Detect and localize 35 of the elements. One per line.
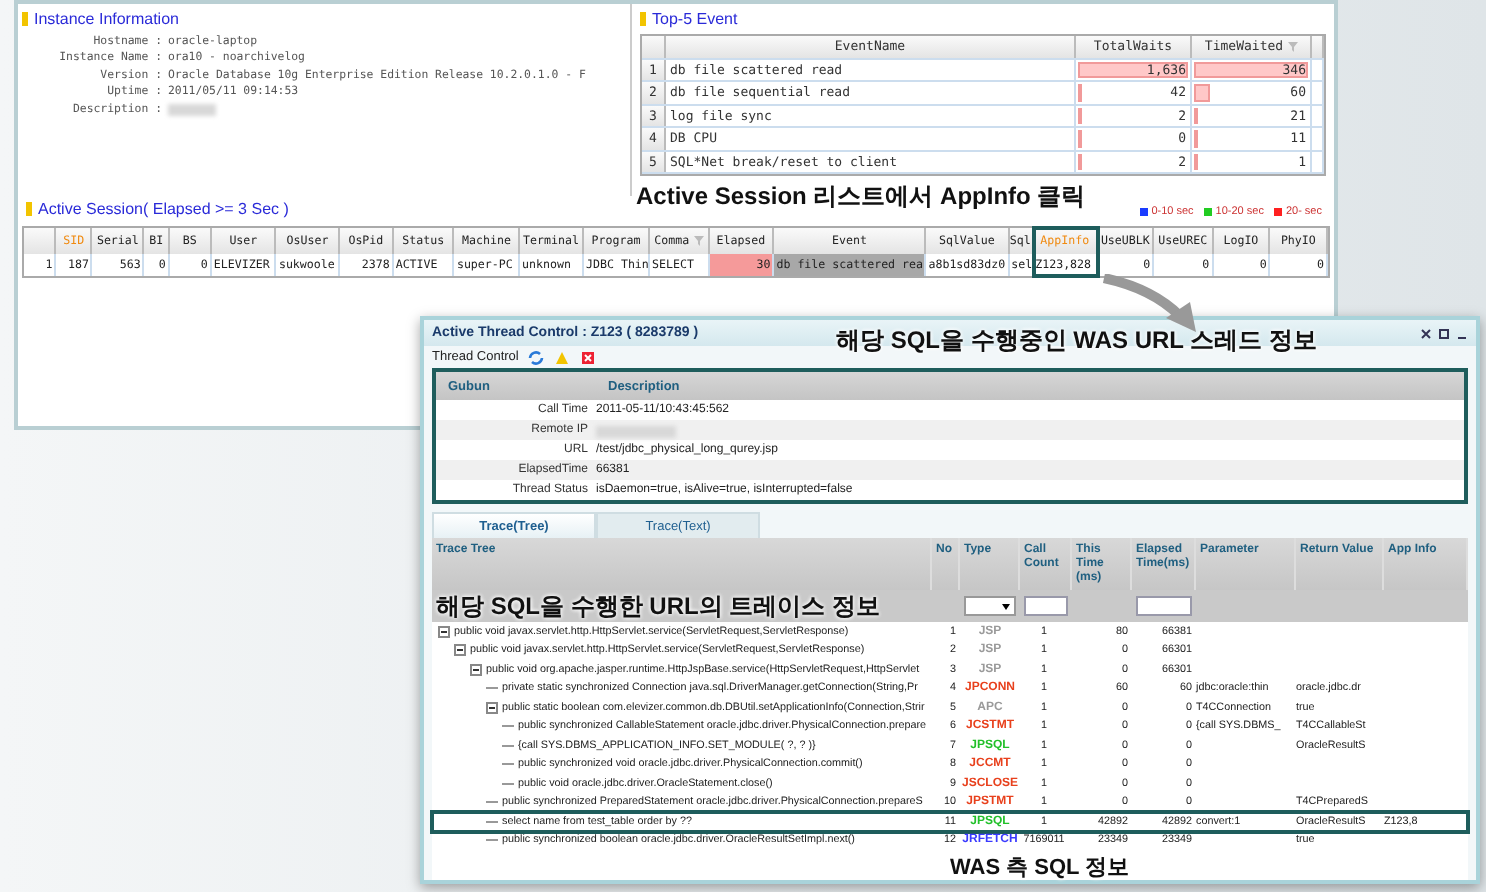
collapse-icon[interactable] [438, 625, 450, 638]
bullet-icon [22, 12, 28, 26]
tree-line [502, 777, 514, 790]
filter-field[interactable] [1024, 596, 1068, 616]
caret-icon [1002, 603, 1010, 609]
bullet-icon [640, 12, 646, 26]
stop-icon[interactable] [580, 349, 597, 365]
filter-icon [1287, 41, 1298, 52]
annotation-text: 해당 SQL을 수행중인 WAS URL 스레드 정보 [836, 328, 1317, 355]
section-title: Instance Information [34, 10, 179, 28]
annotation-text: 해당 SQL을 수행한 URL의 트레이스 정보 [436, 594, 880, 621]
tree-line [502, 720, 514, 733]
filter-field[interactable] [1136, 596, 1192, 616]
type-dropdown[interactable] [964, 596, 1016, 616]
bullet-icon [26, 202, 32, 216]
tree-line [486, 834, 498, 847]
maximize-icon[interactable] [1438, 327, 1450, 339]
annotation-text: WAS 측 SQL 정보 [950, 856, 1130, 881]
section-title: Active Session( Elapsed >= 3 Sec ) [38, 200, 289, 218]
tree-line [486, 815, 498, 828]
close-icon[interactable] [1420, 327, 1432, 339]
header-corner [24, 228, 57, 254]
collapse-icon[interactable] [470, 663, 482, 676]
annotation-text: Active Session 리스트에서 AppInfo 클릭 [636, 184, 1086, 211]
tree-line [502, 758, 514, 771]
header-corner [642, 36, 666, 57]
section-title: Top-5 Event [652, 10, 738, 28]
refresh-icon[interactable] [528, 349, 545, 365]
header-corner [1312, 36, 1324, 57]
filter-icon [693, 236, 704, 246]
collapse-icon[interactable] [486, 701, 498, 714]
collapse-icon[interactable] [454, 644, 466, 657]
tree-line [486, 682, 498, 695]
tree-line [486, 796, 498, 809]
tree-line [502, 739, 514, 752]
